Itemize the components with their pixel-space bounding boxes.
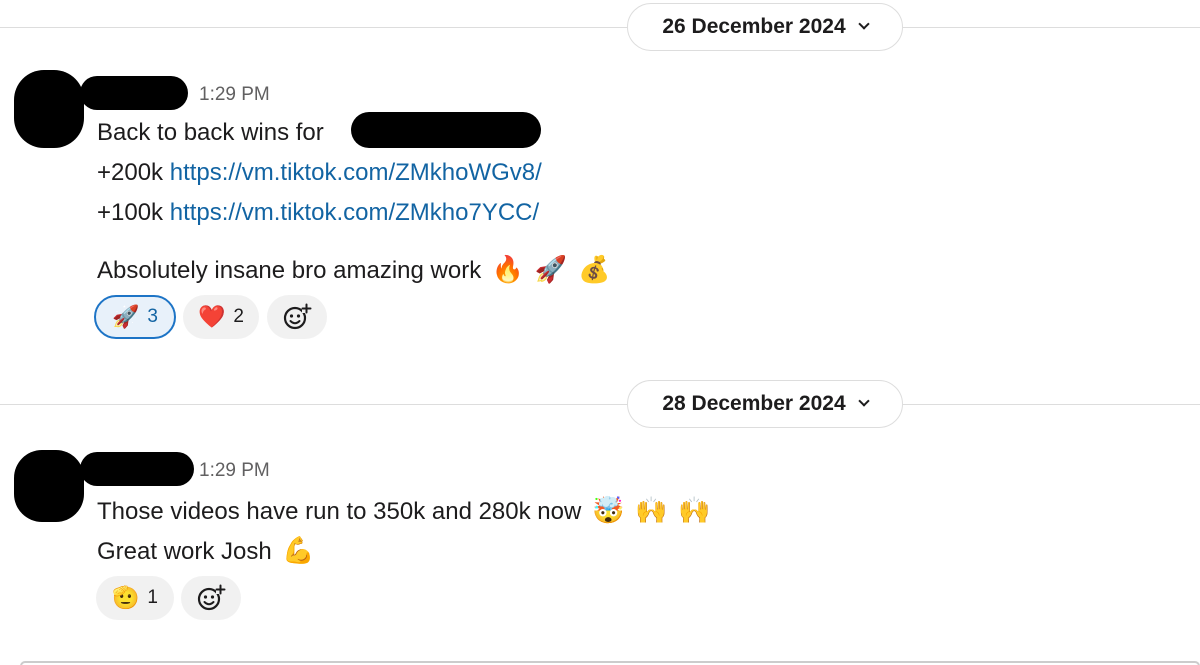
day-divider-line — [0, 27, 1200, 28]
reaction-count: 3 — [147, 306, 158, 327]
raising-hands-emoji: 🙌 — [635, 495, 668, 525]
sender-name[interactable] — [80, 452, 194, 486]
message-text: +200k — [97, 159, 164, 186]
date-divider-button[interactable]: 28 December 2024 — [627, 380, 903, 428]
add-reaction-button[interactable] — [181, 576, 241, 620]
message-text: +100k — [97, 199, 164, 226]
message-timestamp[interactable]: 1:29 PM — [199, 460, 270, 482]
day-divider-line — [0, 404, 1200, 405]
sender-name[interactable] — [80, 76, 188, 110]
rocket-emoji: 🚀 — [534, 254, 568, 284]
reaction-heart[interactable]: ❤️ 2 — [183, 295, 259, 339]
heart-icon: ❤️ — [198, 304, 226, 329]
message-text: Absolutely insane bro amazing work — [97, 257, 482, 284]
message-text-line: +200k https://vm.tiktok.com/ZMkhoWGv8/ — [97, 158, 542, 188]
avatar[interactable] — [14, 450, 84, 522]
message-text: Those videos have run to 350k and 280k n… — [97, 498, 582, 525]
add-reaction-icon — [283, 303, 312, 330]
date-divider-button[interactable]: 26 December 2024 — [627, 3, 903, 51]
message-text-line: Those videos have run to 350k and 280k n… — [97, 495, 710, 527]
reaction-count: 1 — [147, 587, 158, 608]
message-text: Great work Josh — [97, 538, 272, 565]
message-timestamp[interactable]: 1:29 PM — [199, 84, 270, 106]
fire-emoji: 🔥 — [491, 254, 525, 284]
flexed-biceps-emoji: 💪 — [282, 535, 315, 565]
message-composer[interactable] — [20, 661, 1200, 665]
date-label: 28 December 2024 — [662, 392, 846, 415]
chevron-down-icon — [857, 18, 870, 30]
message-pane: 26 December 2024 1:29 PM Back to back wi… — [0, 0, 1200, 665]
reaction-salute[interactable]: 🫡 1 — [96, 576, 174, 620]
message-text-line: Great work Josh 💪 — [97, 535, 315, 567]
money-bag-emoji: 💰 — [577, 254, 611, 284]
reaction-rocket[interactable]: 🚀 3 — [94, 295, 176, 339]
tiktok-link[interactable]: https://vm.tiktok.com/ZMkho7YCC/ — [170, 199, 539, 226]
rocket-icon: 🚀 — [112, 304, 140, 329]
add-reaction-icon — [197, 584, 226, 611]
raising-hands-emoji: 🙌 — [678, 495, 711, 525]
avatar[interactable] — [14, 70, 84, 148]
message-text-line: +100k https://vm.tiktok.com/ZMkho7YCC/ — [97, 198, 539, 228]
chevron-down-icon — [857, 395, 870, 407]
message-text: Back to back wins for — [97, 119, 324, 146]
message-text-line: Back to back wins for — [97, 118, 324, 148]
saluting-face-icon: 🫡 — [112, 585, 140, 610]
reaction-count: 2 — [233, 306, 244, 327]
message-text-line: Absolutely insane bro amazing work 🔥 🚀 💰 — [97, 254, 610, 286]
redacted-mention — [351, 112, 541, 148]
date-label: 26 December 2024 — [662, 15, 846, 38]
tiktok-link[interactable]: https://vm.tiktok.com/ZMkhoWGv8/ — [170, 159, 542, 186]
add-reaction-button[interactable] — [267, 295, 327, 339]
exploding-head-emoji: 🤯 — [592, 495, 625, 525]
